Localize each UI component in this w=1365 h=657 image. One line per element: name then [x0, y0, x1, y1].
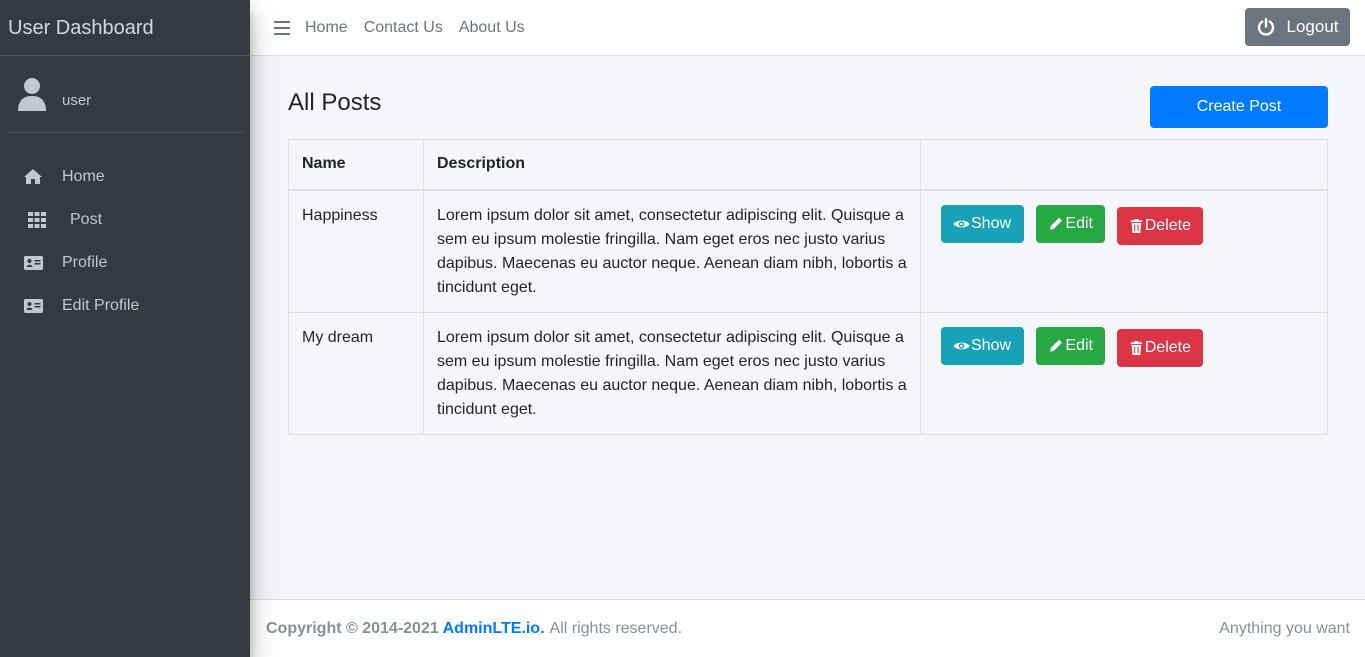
user-name-link[interactable]: user [62, 92, 91, 109]
sidebar-item-label: Home [62, 167, 105, 185]
footer-rights: All rights reserved. [549, 619, 683, 637]
eye-icon [953, 342, 970, 349]
post-description-cell: Lorem ipsum dolor sit amet, consectetur … [423, 189, 921, 313]
show-button[interactable]: Show [941, 204, 1024, 243]
sidebar-item-label: Post [70, 210, 103, 228]
edit-button[interactable]: Edit [1036, 326, 1105, 365]
post-actions-cell: Show Edit Delete [920, 311, 1328, 435]
delete-button[interactable]: Delete [1117, 206, 1203, 245]
edit-button[interactable]: Edit [1036, 204, 1105, 243]
trash-icon [1130, 218, 1143, 233]
user-avatar-icon[interactable] [17, 77, 47, 111]
user-panel: user [8, 76, 242, 133]
posts-table: Name Description Happiness Lorem ipsum d… [288, 139, 1328, 435]
copyright-text: Copyright © 2014-2021 [266, 619, 439, 637]
footer-right-text: Anything you want [1219, 619, 1350, 637]
post-description-cell: Lorem ipsum dolor sit amet, consectetur … [423, 311, 921, 435]
column-header-name: Name [288, 139, 424, 191]
footer-copyright: Copyright © 2014-2021 AdminLTE.io. [266, 620, 545, 638]
sidebar: User Dashboard user Home Post Profile Ed… [0, 0, 250, 657]
logout-label: Logout [1286, 17, 1339, 36]
column-header-actions [920, 139, 1328, 191]
delete-label: Delete [1144, 338, 1191, 356]
hamburger-menu-icon[interactable] [274, 20, 290, 35]
table-row: My dream Lorem ipsum dolor sit amet, con… [288, 311, 1328, 435]
table-row: Happiness Lorem ipsum dolor sit amet, co… [288, 189, 1328, 313]
id-card-icon [23, 297, 43, 315]
adminlte-link[interactable]: AdminLTE.io. [443, 620, 545, 637]
show-label: Show [971, 336, 1012, 354]
sidebar-item-profile[interactable]: Profile [0, 241, 250, 284]
brand-title[interactable]: User Dashboard [0, 0, 250, 56]
edit-label: Edit [1065, 214, 1093, 232]
logout-button[interactable]: Logout [1245, 8, 1350, 46]
app-root: User Dashboard user Home Post Profile Ed… [0, 0, 1365, 657]
column-header-description: Description [423, 139, 921, 191]
show-label: Show [971, 214, 1012, 232]
delete-label: Delete [1144, 216, 1191, 234]
nav-link-contact[interactable]: Contact Us [364, 19, 443, 37]
page-title: All Posts [288, 89, 382, 116]
id-card-icon [23, 254, 43, 272]
post-name-cell: My dream [288, 311, 424, 435]
sidebar-item-label: Edit Profile [62, 296, 140, 314]
footer: Copyright © 2014-2021 AdminLTE.io. All r… [250, 599, 1365, 657]
post-actions-cell: Show Edit Delete [920, 189, 1328, 313]
table-header-row: Name Description [288, 139, 1328, 191]
sidebar-nav: Home Post Profile Edit Profile [0, 155, 250, 327]
sidebar-item-home[interactable]: Home [0, 155, 250, 198]
grid-icon [27, 211, 47, 229]
pencil-icon [1049, 339, 1063, 352]
sidebar-item-edit-profile[interactable]: Edit Profile [0, 284, 250, 327]
home-icon [23, 168, 43, 186]
nav-link-about[interactable]: About Us [459, 19, 525, 37]
trash-icon [1130, 340, 1143, 355]
create-post-button[interactable]: Create Post [1150, 86, 1328, 128]
top-navbar: Home Contact Us About Us Logout [250, 0, 1365, 56]
nav-link-home[interactable]: Home [305, 19, 348, 37]
pencil-icon [1049, 217, 1063, 230]
edit-label: Edit [1065, 336, 1093, 354]
post-name-cell: Happiness [288, 189, 424, 313]
show-button[interactable]: Show [941, 326, 1024, 365]
sidebar-item-post[interactable]: Post [0, 198, 250, 241]
eye-icon [953, 220, 970, 227]
power-icon [1257, 18, 1274, 36]
delete-button[interactable]: Delete [1117, 328, 1203, 367]
main-content: All Posts Create Post Name Description H… [250, 56, 1365, 599]
sidebar-item-label: Profile [62, 253, 108, 271]
